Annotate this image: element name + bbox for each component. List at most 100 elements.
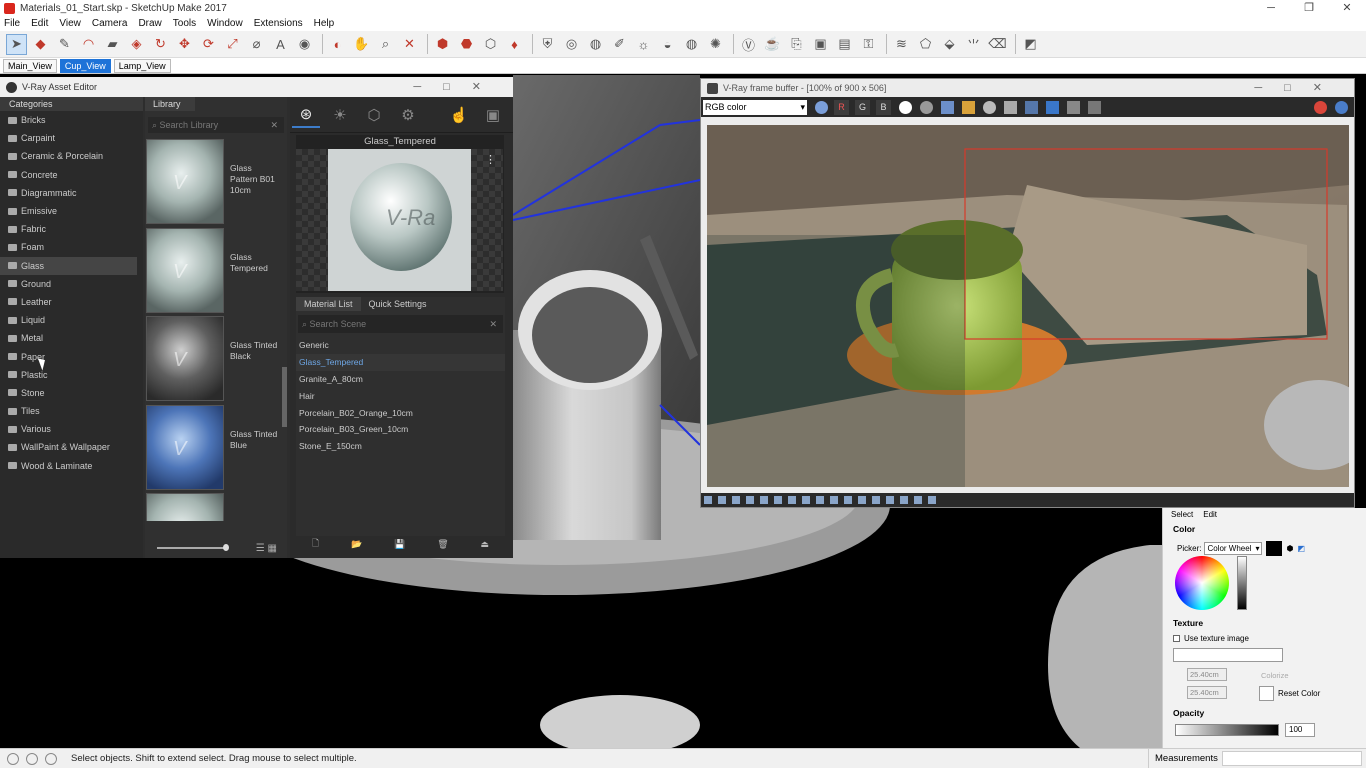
vfb-tool-icon[interactable] xyxy=(774,496,782,504)
measurements-input[interactable] xyxy=(1222,751,1362,766)
zoom-extents-icon[interactable]: ✕ xyxy=(399,34,420,55)
settings-tab-icon[interactable]: ⚙ xyxy=(394,102,422,128)
menu-help[interactable]: Help xyxy=(314,18,335,29)
zoom-tool-icon[interactable]: ⌕ xyxy=(375,34,396,55)
material-list-item[interactable]: Porcelain_B03_Green_10cm xyxy=(296,421,505,438)
text-tool-icon[interactable]: A xyxy=(270,34,291,55)
gray-circle-icon[interactable] xyxy=(920,100,933,114)
opacity-input[interactable]: 100 xyxy=(1285,723,1315,737)
thumbnail-size-slider[interactable] xyxy=(157,544,229,551)
texture-path-input[interactable] xyxy=(1173,648,1283,662)
vray-light-icon[interactable]: ☼ xyxy=(633,34,654,55)
paint-bucket-icon[interactable]: ◉ xyxy=(294,34,315,55)
category-item[interactable]: Wood & Laminate xyxy=(0,457,143,475)
line-tool-icon[interactable]: ✎ xyxy=(54,34,75,55)
menu-extensions[interactable]: Extensions xyxy=(254,18,303,29)
open-folder-icon[interactable]: 📂 xyxy=(351,539,362,550)
vfb-tool-icon[interactable] xyxy=(760,496,768,504)
texture-width-input[interactable]: 25.40cm xyxy=(1187,668,1227,681)
vray-grass-icon[interactable]: ⺌ xyxy=(963,34,984,55)
scene-tab-cup-view[interactable]: Cup_View xyxy=(59,58,111,73)
picker-select[interactable]: Color Wheel xyxy=(1204,542,1263,555)
extension-warehouse-icon[interactable]: ⬡ xyxy=(480,34,501,55)
category-item[interactable]: Metal xyxy=(0,329,143,347)
info-icon[interactable] xyxy=(26,752,38,765)
compare-icon[interactable] xyxy=(1067,100,1080,114)
vfb-tool-icon[interactable] xyxy=(746,496,754,504)
category-item[interactable]: Paper xyxy=(0,347,143,365)
vfb-tool-icon[interactable] xyxy=(816,496,824,504)
vray-ies-icon[interactable]: ✺ xyxy=(705,34,726,55)
geometry-tab-icon[interactable]: ⬡ xyxy=(360,102,388,128)
menu-view[interactable]: View xyxy=(59,18,81,29)
channel-select[interactable]: RGB color xyxy=(703,99,807,115)
geo-location-icon[interactable] xyxy=(7,752,19,765)
arc-tool-icon[interactable]: ◠ xyxy=(78,34,99,55)
color-swatch[interactable] xyxy=(1266,541,1283,556)
region-render-icon[interactable] xyxy=(1004,100,1017,114)
category-item[interactable]: Leather xyxy=(0,293,143,311)
vfb-window-controls[interactable]: ─□✕ xyxy=(1254,81,1344,94)
vfb-tool-icon[interactable] xyxy=(900,496,908,504)
material-list-item[interactable]: Hair xyxy=(296,387,505,404)
white-circle-icon[interactable] xyxy=(899,100,912,114)
clear-search-icon[interactable]: ✕ xyxy=(270,120,278,131)
folder-icon[interactable] xyxy=(962,100,975,114)
category-item[interactable]: Stone xyxy=(0,384,143,402)
vfb-tool-icon[interactable] xyxy=(732,496,740,504)
category-item-selected[interactable]: Glass xyxy=(0,256,137,275)
more-options-icon[interactable]: ⋮ xyxy=(485,153,496,166)
library-material-item[interactable]: V Glass Tinted Blue xyxy=(145,403,287,492)
render-icon[interactable] xyxy=(1025,100,1038,114)
menu-edit[interactable]: Edit xyxy=(31,18,48,29)
vray-proxy-icon[interactable]: ☕ xyxy=(762,34,783,55)
clear-image-icon[interactable] xyxy=(983,100,996,114)
asset-editor-window-controls[interactable]: ─□✕ xyxy=(413,80,503,93)
category-item[interactable]: Foam xyxy=(0,238,143,256)
reset-color-button[interactable]: Reset Color xyxy=(1259,686,1320,701)
vray-plane-icon[interactable]: ⬠ xyxy=(915,34,936,55)
tab-edit[interactable]: Edit xyxy=(1203,510,1217,520)
category-item[interactable]: Plastic xyxy=(0,366,143,384)
tab-material-list[interactable]: Material List xyxy=(296,297,361,311)
vfb-tool-icon[interactable] xyxy=(844,496,852,504)
library-search-input[interactable]: ⌕ Search Library ✕ xyxy=(148,117,284,133)
category-item[interactable]: Emissive xyxy=(0,202,143,220)
lights-tab-icon[interactable]: ☀ xyxy=(326,102,354,128)
color-corrections-icon[interactable] xyxy=(815,100,828,114)
vray-vfb-icon[interactable]: ◍ xyxy=(585,34,606,55)
tab-select[interactable]: Select xyxy=(1171,510,1193,520)
rotate-tool-icon[interactable]: ⟳ xyxy=(198,34,219,55)
sample-paint-icon[interactable]: ⬢ xyxy=(1286,544,1293,553)
material-list-item[interactable]: Granite_A_80cm xyxy=(296,371,505,388)
push-pull-tool-icon[interactable]: ◈ xyxy=(126,34,147,55)
vfb-history-icon[interactable] xyxy=(1046,100,1059,114)
category-item[interactable]: Various xyxy=(0,420,143,438)
vray-infinite-icon[interactable]: ⬙ xyxy=(939,34,960,55)
material-list-item[interactable]: Generic xyxy=(296,337,505,354)
scene-tab-lamp-view[interactable]: Lamp_View xyxy=(113,58,171,73)
category-item[interactable]: Diagrammatic xyxy=(0,184,143,202)
save-icon[interactable]: 💾 xyxy=(394,539,405,550)
close-button[interactable]: ✕ xyxy=(1328,0,1366,16)
match-color-icon[interactable]: ◩ xyxy=(1297,544,1305,553)
clear-search-icon[interactable]: ✕ xyxy=(489,319,497,330)
vray-dome-light-icon[interactable]: ◍ xyxy=(681,34,702,55)
texture-height-input[interactable]: 25.40cm xyxy=(1187,686,1227,699)
library-material-item[interactable]: V Glass Tempered xyxy=(145,226,287,315)
rendered-image[interactable] xyxy=(707,125,1349,487)
colorize-checkbox[interactable]: Colorize xyxy=(1261,671,1289,680)
move-tool-icon[interactable]: ✥ xyxy=(174,34,195,55)
vfb-tool-icon[interactable] xyxy=(704,496,712,504)
purge-icon[interactable]: ⏏ xyxy=(480,539,489,550)
vray-sphere-light-icon[interactable]: ◒ xyxy=(657,34,678,55)
delete-icon[interactable]: 🗑 xyxy=(437,539,448,550)
save-image-icon[interactable] xyxy=(941,100,954,114)
category-item[interactable]: Concrete xyxy=(0,166,143,184)
minimize-button[interactable]: ─ xyxy=(1252,0,1290,16)
render-interactive-icon[interactable]: ☝ xyxy=(445,102,473,128)
menu-camera[interactable]: Camera xyxy=(92,18,128,29)
category-item[interactable]: Carpaint xyxy=(0,129,143,147)
vray-options-icon[interactable]: ✐ xyxy=(609,34,630,55)
red-channel-button[interactable]: R xyxy=(834,99,849,115)
